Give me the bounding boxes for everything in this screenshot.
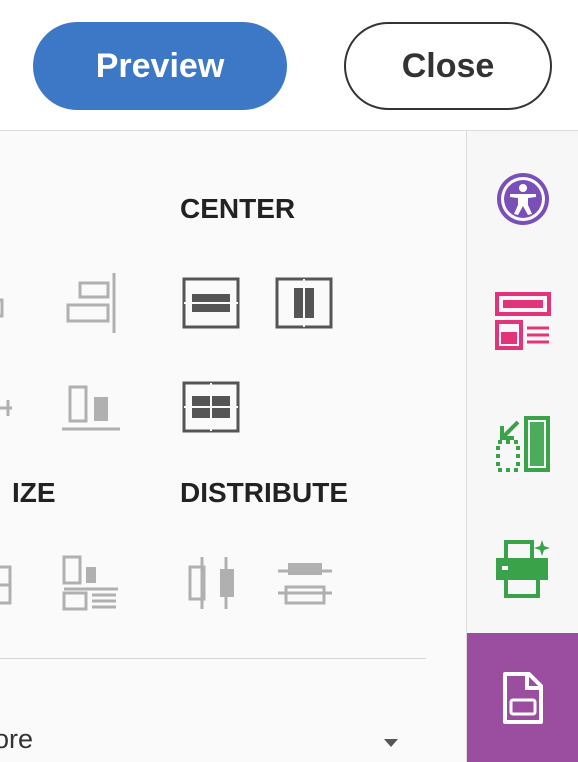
panel-divider xyxy=(0,658,426,659)
align-right-icon[interactable] xyxy=(62,271,122,337)
document-icon[interactable] xyxy=(467,633,578,762)
align-bottom-icon[interactable] xyxy=(60,377,122,437)
preview-button[interactable]: Preview xyxy=(33,22,287,110)
chevron-down-icon[interactable] xyxy=(384,739,398,747)
distribute-horizontal-icon[interactable] xyxy=(184,553,242,613)
export-pages-icon[interactable] xyxy=(467,407,578,481)
more-dropdown-label[interactable]: ore xyxy=(0,724,33,755)
size-heading: IZE xyxy=(12,477,56,508)
distribute-vertical-icon[interactable] xyxy=(274,553,336,613)
accessibility-icon[interactable] xyxy=(467,163,578,235)
align-left-icon[interactable] xyxy=(0,277,14,337)
distribute-heading: DISTRIBUTE xyxy=(180,477,348,508)
center-vertical-icon[interactable] xyxy=(273,275,335,333)
align-panel: CENTER IZE DISTRIBUTE ore xyxy=(0,131,466,762)
center-horizontal-icon[interactable] xyxy=(180,275,242,333)
match-width-icon[interactable] xyxy=(58,551,122,615)
top-bar: Preview Close xyxy=(0,0,578,131)
center-heading: CENTER xyxy=(180,193,296,224)
close-button[interactable]: Close xyxy=(344,22,552,110)
align-middle-icon[interactable] xyxy=(0,383,18,433)
edit-layout-icon[interactable] xyxy=(467,283,578,359)
print-production-icon[interactable] xyxy=(467,531,578,607)
center-both-icon[interactable] xyxy=(180,379,242,437)
right-tool-rail xyxy=(466,131,578,762)
match-size-icon[interactable] xyxy=(0,555,26,615)
